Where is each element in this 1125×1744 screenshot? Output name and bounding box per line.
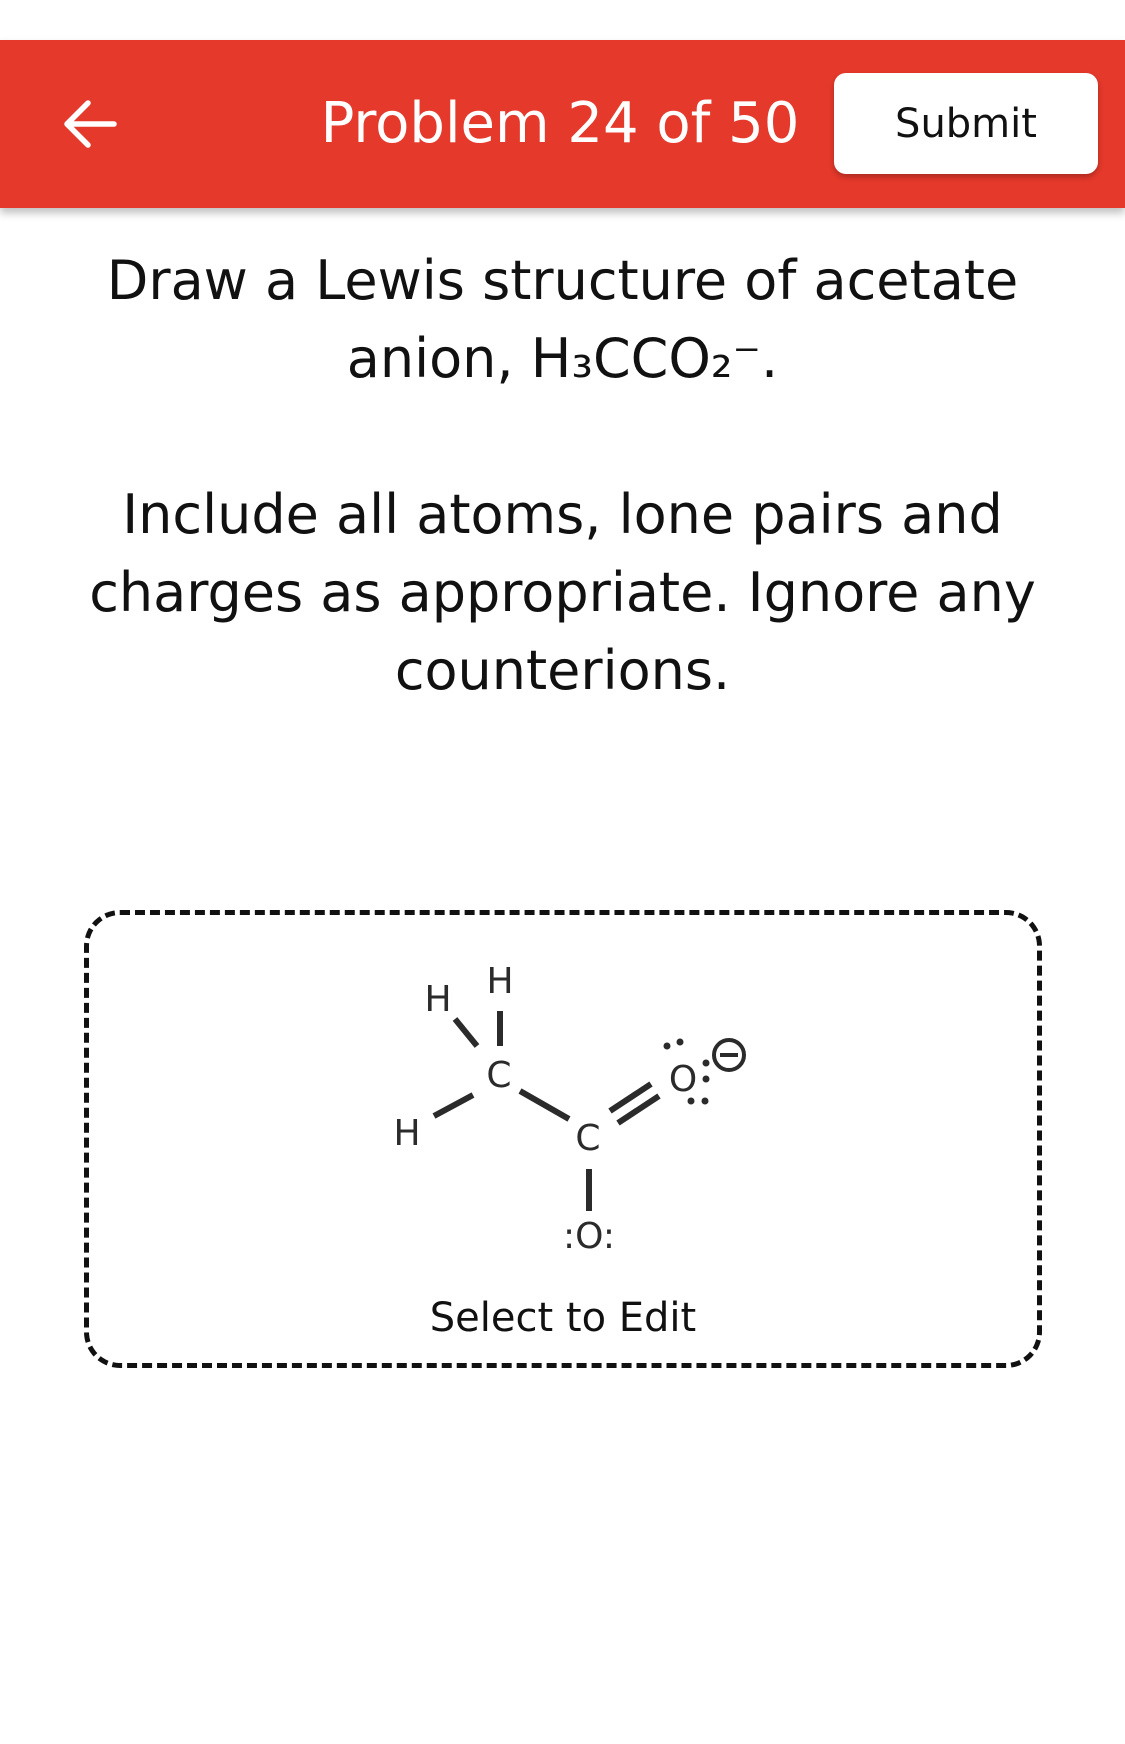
atom-h-left: H [393,1113,420,1154]
arrow-left-icon [64,100,117,148]
top-bar: Problem 24 of 50 Submit [0,40,1125,208]
question-details: Include all atoms, lone pairs and charge… [89,483,1036,702]
question-text: Draw a Lewis structure of acetate anion,… [40,242,1085,710]
lewis-structure-canvas[interactable]: H H H C C O :O: Select to Edit [84,910,1042,1368]
atom-h-upper-left: H [424,979,451,1020]
atom-c-methyl: C [486,1055,511,1096]
page-title: Problem 24 of 50 [320,91,800,156]
atom-o-double: O [669,1059,697,1100]
bond-c-h-upper-left [452,1017,480,1048]
atom-h-top: H [486,961,513,1002]
bond-c-c [518,1088,571,1122]
problem-screen: Problem 24 of 50 Submit Draw a Lewis str… [0,0,1125,1744]
atom-c-carboxyl: C [575,1118,600,1159]
submit-button[interactable]: Submit [834,73,1098,174]
back-button[interactable] [48,82,132,166]
negative-charge-icon [712,1038,746,1072]
bond-c-h-left [432,1092,475,1119]
atom-o-single: :O: [563,1216,615,1257]
question-instruction: Draw a Lewis structure of acetate anion,… [106,249,1019,390]
select-to-edit-label: Select to Edit [429,1295,697,1341]
